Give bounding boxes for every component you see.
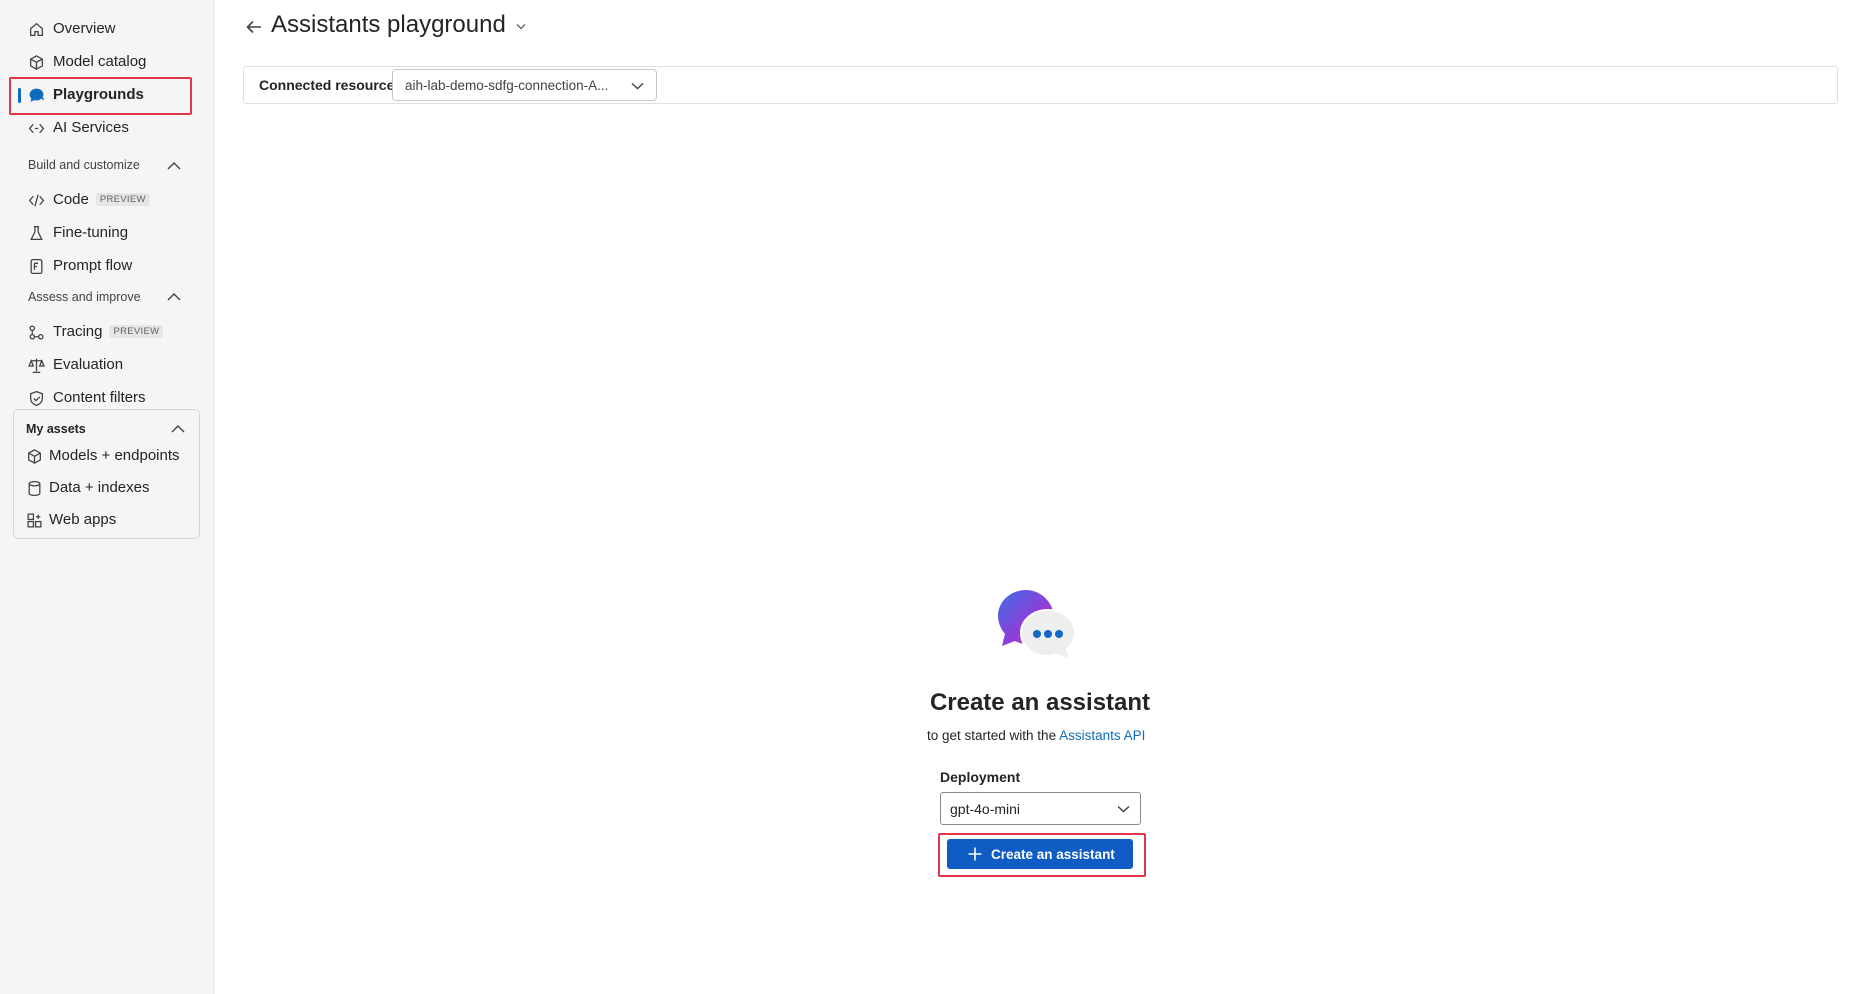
chat-icon [29,88,45,102]
section-header-build: Build and customize [28,158,140,172]
preview-badge: PREVIEW [95,193,150,206]
sidebar-item-label: Models + endpoints [49,447,180,464]
sidebar-item-web-apps[interactable]: Web apps [14,504,199,536]
scale-icon [28,358,45,374]
sidebar-item-data-indexes[interactable]: Data + indexes [14,472,199,504]
sidebar-item-code[interactable]: Code PREVIEW [0,184,214,216]
active-indicator [18,88,21,103]
sidebar-item-label: Code [53,191,89,208]
chevron-down-icon [1117,805,1130,813]
sidebar-item-model-catalog[interactable]: Model catalog [0,46,214,78]
sidebar-item-label: AI Services [53,119,129,136]
assistants-api-link[interactable]: Assistants API [1059,728,1145,743]
create-assistant-button[interactable]: Create an assistant [947,839,1133,869]
connected-resource-label: Connected resource [259,77,395,93]
sidebar-item-overview[interactable]: Overview [0,13,214,45]
section-header-my-assets: My assets [26,422,86,436]
chevron-down-icon [631,82,644,90]
sidebar-item-label: Tracing [53,323,103,340]
chevron-up-icon[interactable] [167,161,181,170]
connected-resource-bar: Connected resource aih-lab-demo-sdfg-con… [243,66,1838,104]
sidebar-item-evaluation[interactable]: Evaluation [0,349,214,381]
tracing-icon [29,325,44,340]
sidebar-item-ai-services[interactable]: AI Services [0,112,214,144]
empty-state-subtitle: to get started with the Assistants API [927,728,1146,743]
sidebar-item-playgrounds[interactable]: Playgrounds [0,79,214,111]
connected-resource-dropdown[interactable]: aih-lab-demo-sdfg-connection-A... [392,69,657,101]
my-assets-panel: My assets Models + endpoints Data + inde… [13,409,200,539]
back-arrow-icon[interactable] [244,17,264,37]
apps-icon [27,513,42,528]
cube-icon [30,55,43,70]
sidebar-item-label: Prompt flow [53,257,133,274]
shield-icon [30,390,43,407]
chevron-up-icon[interactable] [167,292,181,301]
code-icon [28,194,45,207]
empty-state-title: Create an assistant [929,689,1151,716]
sidebar-item-label: Data + indexes [49,479,150,496]
sidebar-item-prompt-flow[interactable]: Prompt flow [0,250,214,282]
flow-icon [30,258,43,275]
database-icon [28,480,41,497]
deployment-value: gpt-4o-mini [950,801,1021,817]
sidebar: Overview Model catalog Playgrounds AI Se… [0,0,214,994]
sidebar-item-label: Web apps [49,511,117,528]
sidebar-item-label: Model catalog [53,53,147,70]
sidebar-item-label: Playgrounds [53,86,144,103]
chevron-up-icon[interactable] [171,424,185,433]
home-icon [30,22,43,36]
create-assistant-button-label: Create an assistant [991,847,1115,862]
chevron-down-icon[interactable] [516,23,526,30]
services-icon [28,123,45,134]
sidebar-item-models-endpoints[interactable]: Models + endpoints [14,440,199,472]
sidebar-item-label: Evaluation [53,356,124,373]
cube-outline-icon [28,449,41,464]
page-title: Assistants playground [271,11,506,38]
sidebar-item-fine-tuning[interactable]: Fine-tuning [0,217,214,249]
sidebar-item-label: Content filters [53,389,146,406]
sidebar-item-label: Overview [53,20,116,37]
flask-icon [30,225,43,240]
sidebar-item-tracing[interactable]: Tracing PREVIEW [0,316,214,348]
preview-badge: PREVIEW [109,325,164,338]
plus-icon [968,847,982,861]
section-header-assess: Assess and improve [28,290,141,304]
connected-resource-value: aih-lab-demo-sdfg-connection-A... [405,78,609,93]
assistant-chat-icon [998,590,1077,663]
sidebar-item-label: Fine-tuning [53,224,129,241]
deployment-dropdown[interactable]: gpt-4o-mini [940,792,1141,825]
deployment-label: Deployment [940,769,1021,785]
